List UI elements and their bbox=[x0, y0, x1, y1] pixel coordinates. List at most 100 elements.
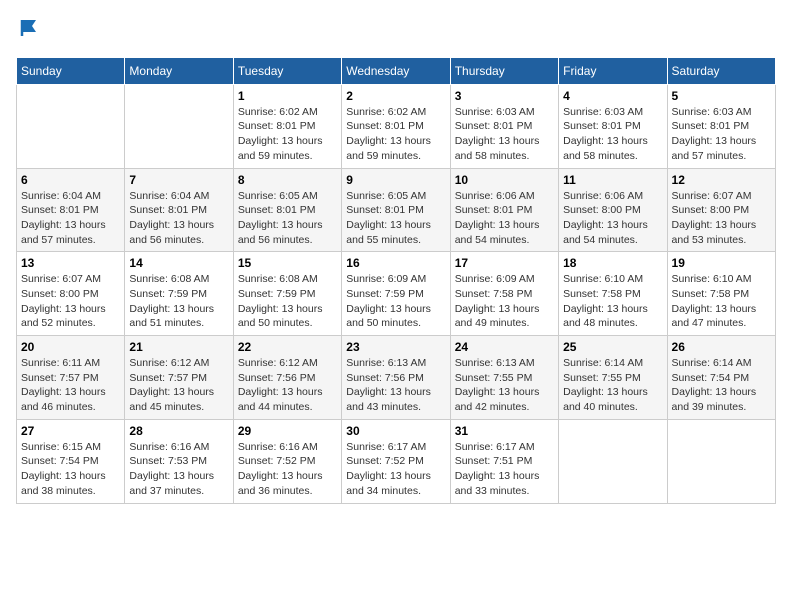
day-info: Sunrise: 6:02 AMSunset: 8:01 PMDaylight:… bbox=[346, 105, 445, 164]
day-number: 8 bbox=[238, 173, 337, 187]
day-info: Sunrise: 6:03 AMSunset: 8:01 PMDaylight:… bbox=[455, 105, 554, 164]
calendar-day-cell: 6Sunrise: 6:04 AMSunset: 8:01 PMDaylight… bbox=[17, 168, 125, 252]
day-number: 5 bbox=[672, 89, 771, 103]
day-info: Sunrise: 6:04 AMSunset: 8:01 PMDaylight:… bbox=[129, 189, 228, 248]
day-info: Sunrise: 6:02 AMSunset: 8:01 PMDaylight:… bbox=[238, 105, 337, 164]
day-info: Sunrise: 6:05 AMSunset: 8:01 PMDaylight:… bbox=[346, 189, 445, 248]
day-number: 7 bbox=[129, 173, 228, 187]
day-number: 18 bbox=[563, 256, 662, 270]
calendar-day-cell bbox=[559, 419, 667, 503]
calendar-week-row: 6Sunrise: 6:04 AMSunset: 8:01 PMDaylight… bbox=[17, 168, 776, 252]
calendar-day-cell: 11Sunrise: 6:06 AMSunset: 8:00 PMDayligh… bbox=[559, 168, 667, 252]
day-of-week-header: Tuesday bbox=[233, 57, 341, 84]
day-of-week-header: Saturday bbox=[667, 57, 775, 84]
logo bbox=[16, 16, 42, 45]
day-info: Sunrise: 6:06 AMSunset: 8:01 PMDaylight:… bbox=[455, 189, 554, 248]
calendar-day-cell: 27 Sunrise: 6:15 AMSunset: 7:54 PMDayligh… bbox=[17, 419, 125, 503]
day-number: 1 bbox=[238, 89, 337, 103]
day-number: 3 bbox=[455, 89, 554, 103]
calendar-day-cell: 9Sunrise: 6:05 AMSunset: 8:01 PMDaylight… bbox=[342, 168, 450, 252]
day-number: 25 bbox=[563, 340, 662, 354]
calendar-day-cell: 4 Sunrise: 6:03 AMSunset: 8:01 PMDaylight… bbox=[559, 84, 667, 168]
calendar-day-cell: 8 Sunrise: 6:05 AMSunset: 8:01 PMDaylight… bbox=[233, 168, 341, 252]
day-info: Sunrise: 6:12 AMSunset: 7:56 PMDaylight:… bbox=[238, 356, 337, 415]
day-info: Sunrise: 6:16 AMSunset: 7:53 PMDaylight:… bbox=[129, 440, 228, 499]
day-number: 26 bbox=[672, 340, 771, 354]
day-number: 2 bbox=[346, 89, 445, 103]
day-info: Sunrise: 6:11 AMSunset: 7:57 PMDaylight:… bbox=[21, 356, 120, 415]
day-info: Sunrise: 6:14 AMSunset: 7:54 PMDaylight:… bbox=[672, 356, 771, 415]
calendar-day-cell: 5Sunrise: 6:03 AMSunset: 8:01 PMDaylight… bbox=[667, 84, 775, 168]
calendar-day-cell: 16 Sunrise: 6:09 AMSunset: 7:59 PMDayligh… bbox=[342, 252, 450, 336]
day-info: Sunrise: 6:04 AMSunset: 8:01 PMDaylight:… bbox=[21, 189, 120, 248]
day-info: Sunrise: 6:07 AMSunset: 8:00 PMDaylight:… bbox=[672, 189, 771, 248]
day-number: 31 bbox=[455, 424, 554, 438]
calendar-day-cell: 13 Sunrise: 6:07 AMSunset: 8:00 PMDayligh… bbox=[17, 252, 125, 336]
day-info: Sunrise: 6:15 AMSunset: 7:54 PMDaylight:… bbox=[21, 440, 120, 499]
calendar-day-cell: 17 Sunrise: 6:09 AMSunset: 7:58 PMDayligh… bbox=[450, 252, 558, 336]
calendar-day-cell: 19 Sunrise: 6:10 AMSunset: 7:58 PMDayligh… bbox=[667, 252, 775, 336]
logo-flag-icon bbox=[18, 16, 42, 40]
calendar-day-cell: 21Sunrise: 6:12 AMSunset: 7:57 PMDayligh… bbox=[125, 336, 233, 420]
day-info: Sunrise: 6:09 AMSunset: 7:59 PMDaylight:… bbox=[346, 272, 445, 331]
day-number: 21 bbox=[129, 340, 228, 354]
calendar-day-cell: 25 Sunrise: 6:14 AMSunset: 7:55 PMDayligh… bbox=[559, 336, 667, 420]
day-info: Sunrise: 6:03 AMSunset: 8:01 PMDaylight:… bbox=[563, 105, 662, 164]
day-number: 19 bbox=[672, 256, 771, 270]
day-of-week-header: Wednesday bbox=[342, 57, 450, 84]
day-number: 16 bbox=[346, 256, 445, 270]
calendar-day-cell: 31 Sunrise: 6:17 AMSunset: 7:51 PMDayligh… bbox=[450, 419, 558, 503]
day-info: Sunrise: 6:13 AMSunset: 7:56 PMDaylight:… bbox=[346, 356, 445, 415]
page-header bbox=[16, 16, 776, 45]
calendar-day-cell: 7 Sunrise: 6:04 AMSunset: 8:01 PMDaylight… bbox=[125, 168, 233, 252]
day-number: 4 bbox=[563, 89, 662, 103]
calendar-day-cell: 12 Sunrise: 6:07 AMSunset: 8:00 PMDayligh… bbox=[667, 168, 775, 252]
calendar-week-row: 1 Sunrise: 6:02 AMSunset: 8:01 PMDaylight… bbox=[17, 84, 776, 168]
day-info: Sunrise: 6:05 AMSunset: 8:01 PMDaylight:… bbox=[238, 189, 337, 248]
calendar-day-cell: 18 Sunrise: 6:10 AMSunset: 7:58 PMDayligh… bbox=[559, 252, 667, 336]
day-number: 12 bbox=[672, 173, 771, 187]
day-number: 29 bbox=[238, 424, 337, 438]
calendar-day-cell: 10 Sunrise: 6:06 AMSunset: 8:01 PMDayligh… bbox=[450, 168, 558, 252]
day-number: 10 bbox=[455, 173, 554, 187]
day-info: Sunrise: 6:16 AMSunset: 7:52 PMDaylight:… bbox=[238, 440, 337, 499]
calendar-day-cell: 15Sunrise: 6:08 AMSunset: 7:59 PMDayligh… bbox=[233, 252, 341, 336]
day-number: 30 bbox=[346, 424, 445, 438]
calendar-day-cell: 14 Sunrise: 6:08 AMSunset: 7:59 PMDayligh… bbox=[125, 252, 233, 336]
calendar-day-cell: 1 Sunrise: 6:02 AMSunset: 8:01 PMDaylight… bbox=[233, 84, 341, 168]
day-info: Sunrise: 6:13 AMSunset: 7:55 PMDaylight:… bbox=[455, 356, 554, 415]
calendar-week-row: 13 Sunrise: 6:07 AMSunset: 8:00 PMDayligh… bbox=[17, 252, 776, 336]
calendar-day-cell: 20 Sunrise: 6:11 AMSunset: 7:57 PMDayligh… bbox=[17, 336, 125, 420]
day-number: 23 bbox=[346, 340, 445, 354]
day-info: Sunrise: 6:10 AMSunset: 7:58 PMDaylight:… bbox=[563, 272, 662, 331]
calendar-day-cell: 28Sunrise: 6:16 AMSunset: 7:53 PMDayligh… bbox=[125, 419, 233, 503]
day-number: 14 bbox=[129, 256, 228, 270]
day-info: Sunrise: 6:08 AMSunset: 7:59 PMDaylight:… bbox=[129, 272, 228, 331]
day-number: 24 bbox=[455, 340, 554, 354]
calendar-day-cell: 26 Sunrise: 6:14 AMSunset: 7:54 PMDayligh… bbox=[667, 336, 775, 420]
day-info: Sunrise: 6:10 AMSunset: 7:58 PMDaylight:… bbox=[672, 272, 771, 331]
day-info: Sunrise: 6:09 AMSunset: 7:58 PMDaylight:… bbox=[455, 272, 554, 331]
day-of-week-header: Sunday bbox=[17, 57, 125, 84]
day-info: Sunrise: 6:17 AMSunset: 7:51 PMDaylight:… bbox=[455, 440, 554, 499]
calendar-header-row: SundayMondayTuesdayWednesdayThursdayFrid… bbox=[17, 57, 776, 84]
day-info: Sunrise: 6:14 AMSunset: 7:55 PMDaylight:… bbox=[563, 356, 662, 415]
calendar-day-cell: 23 Sunrise: 6:13 AMSunset: 7:56 PMDayligh… bbox=[342, 336, 450, 420]
day-number: 20 bbox=[21, 340, 120, 354]
day-info: Sunrise: 6:06 AMSunset: 8:00 PMDaylight:… bbox=[563, 189, 662, 248]
calendar-week-row: 20 Sunrise: 6:11 AMSunset: 7:57 PMDayligh… bbox=[17, 336, 776, 420]
day-info: Sunrise: 6:07 AMSunset: 8:00 PMDaylight:… bbox=[21, 272, 120, 331]
day-of-week-header: Thursday bbox=[450, 57, 558, 84]
day-number: 13 bbox=[21, 256, 120, 270]
day-number: 17 bbox=[455, 256, 554, 270]
day-number: 15 bbox=[238, 256, 337, 270]
calendar-day-cell: 24 Sunrise: 6:13 AMSunset: 7:55 PMDayligh… bbox=[450, 336, 558, 420]
calendar-day-cell: 3 Sunrise: 6:03 AMSunset: 8:01 PMDaylight… bbox=[450, 84, 558, 168]
day-number: 27 bbox=[21, 424, 120, 438]
day-of-week-header: Monday bbox=[125, 57, 233, 84]
calendar-table: SundayMondayTuesdayWednesdayThursdayFrid… bbox=[16, 57, 776, 504]
day-info: Sunrise: 6:17 AMSunset: 7:52 PMDaylight:… bbox=[346, 440, 445, 499]
calendar-day-cell: 22Sunrise: 6:12 AMSunset: 7:56 PMDayligh… bbox=[233, 336, 341, 420]
calendar-day-cell bbox=[125, 84, 233, 168]
day-of-week-header: Friday bbox=[559, 57, 667, 84]
